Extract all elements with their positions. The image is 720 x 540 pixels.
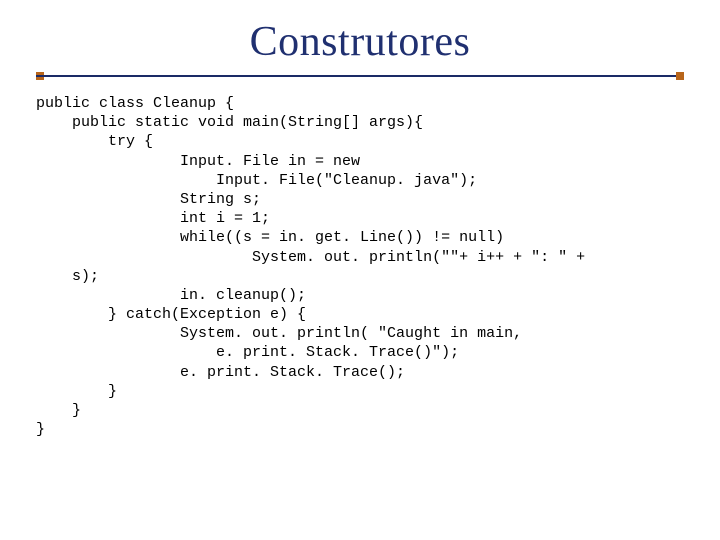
rule-bar <box>36 75 684 77</box>
code-block: public class Cleanup { public static voi… <box>0 90 720 439</box>
slide: Construtores public class Cleanup { publ… <box>0 0 720 540</box>
title-rule <box>36 72 684 80</box>
slide-title: Construtores <box>0 0 720 72</box>
rule-square-right-icon <box>676 72 684 80</box>
